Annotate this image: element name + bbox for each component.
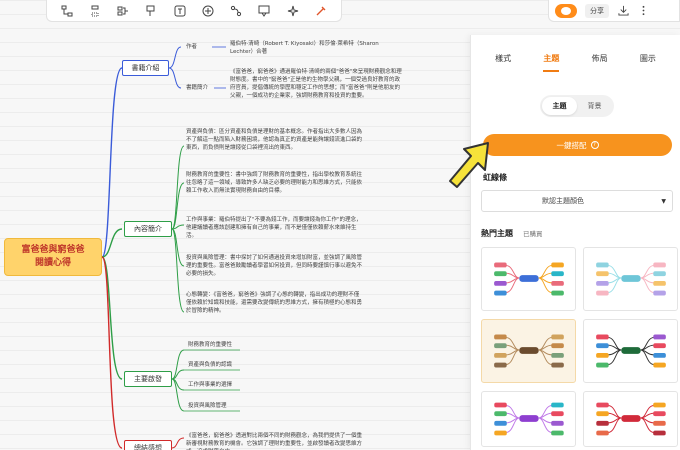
author-text[interactable]: 羅伯特·清崎（Robert T. Kiyosaki）和莎倫·萊希特（Sharon… — [230, 40, 400, 56]
panel-tabs: 樣式 主題 佈局 圖示 — [471, 35, 680, 81]
book-intro-label[interactable]: 書籍簡介 — [186, 84, 208, 92]
more-icon[interactable] — [637, 5, 649, 17]
tab-theme[interactable]: 主題 — [539, 49, 563, 72]
chevron-down-icon: ▼ — [661, 198, 666, 205]
purchased-link[interactable]: 已購買 — [523, 228, 543, 238]
export-icon[interactable] — [617, 5, 629, 17]
content-item-3[interactable]: 工作與事業：羅伯特提出了"不要為錢工作，而要讓錢為你工作"的理念，他建議讀者應該… — [186, 216, 362, 240]
tab-layout[interactable]: 佈局 — [588, 49, 612, 68]
content-item-5[interactable]: 心態轉變：《富爸爸，窮爸爸》強調了心態的轉變，指出成功的理財不僅僅依賴於知識和技… — [186, 291, 362, 315]
branch-main-points[interactable]: 主要啟發 — [124, 371, 172, 387]
content-item-1[interactable]: 資產與負債：區分資產和負債是理財的基本概念。作者指出大多數人因為不了解這一點而陷… — [186, 128, 362, 152]
help-icon[interactable]: ? — [590, 141, 599, 149]
branch-conclusion[interactable]: 總結感想 — [124, 440, 172, 450]
author-label[interactable]: 作者 — [186, 43, 197, 51]
root-topic[interactable]: 富爸爸與窮爸爸 閱讀心得 — [4, 238, 102, 276]
hot-themes-title: 熱門主題 — [481, 229, 513, 238]
one-key-match-button[interactable]: 一鍵搭配 ? — [483, 134, 672, 156]
theme-thumbnail-1[interactable] — [481, 247, 576, 311]
main-point-2[interactable]: 資產與負債的認識 — [188, 361, 232, 371]
segment-background[interactable]: 背景 — [577, 97, 612, 115]
main-point-4[interactable]: 投資與風險管理 — [188, 402, 227, 412]
theme-color-select[interactable]: 默認主題顏色 ▼ — [481, 190, 673, 212]
content-item-4[interactable]: 投資與風險管理：書中探討了如何通過投資來增加財富，並強調了風險管理的重要性。富爸… — [186, 254, 362, 278]
conclusion-text[interactable]: 《富爸爸，窮爸爸》透過對比兩個不同的財務觀念，為我們提供了一個重新審視財務教育的… — [186, 432, 362, 450]
theme-panel: 樣式 主題 佈局 圖示 主題 背景 一鍵搭配 ? 虹線條 默認主題顏色 ▼ 熱門… — [470, 35, 680, 450]
share-button[interactable]: 分享 — [585, 3, 609, 18]
pointer-arrow-icon — [449, 142, 489, 188]
book-intro-text[interactable]: 《富爸爸，窮爸爸》通過羅伯特·清崎的兩個"爸爸"來呈現財務觀念和理財態度。書中的… — [230, 68, 402, 100]
ai-logo-icon[interactable] — [555, 3, 577, 18]
hot-themes-header: 熱門主題 已購買 — [481, 228, 543, 239]
theme-background-toggle: 主題 背景 — [540, 95, 614, 117]
segment-theme[interactable]: 主題 — [542, 97, 577, 115]
theme-thumbnail-3[interactable] — [481, 319, 576, 383]
theme-color-value: 默認主題顏色 — [542, 197, 584, 205]
theme-thumbnail-4[interactable] — [583, 319, 678, 383]
tab-icons[interactable]: 圖示 — [636, 49, 660, 68]
branch-content-intro[interactable]: 內容簡介 — [124, 221, 172, 237]
one-key-label: 一鍵搭配 — [556, 140, 587, 150]
theme-thumbnail-5[interactable] — [481, 391, 576, 447]
theme-thumbnail-2[interactable] — [583, 247, 678, 311]
root-line-1: 富爸爸與窮爸爸 — [21, 245, 85, 255]
content-item-2[interactable]: 財務教育的重要性：書中強調了財務教育的重要性，指出學校教育系統往往忽略了這一領域… — [186, 171, 362, 195]
root-line-2: 閱讀心得 — [34, 258, 71, 268]
main-point-3[interactable]: 工作與事業的選擇 — [188, 381, 232, 391]
top-right-bar: 分享 — [548, 0, 680, 22]
branch-book-intro[interactable]: 書籍介紹 — [122, 60, 169, 76]
tab-style[interactable]: 樣式 — [491, 49, 515, 68]
main-point-1[interactable]: 財務教育的重要性 — [188, 341, 232, 351]
theme-thumbnail-6[interactable] — [583, 391, 678, 447]
